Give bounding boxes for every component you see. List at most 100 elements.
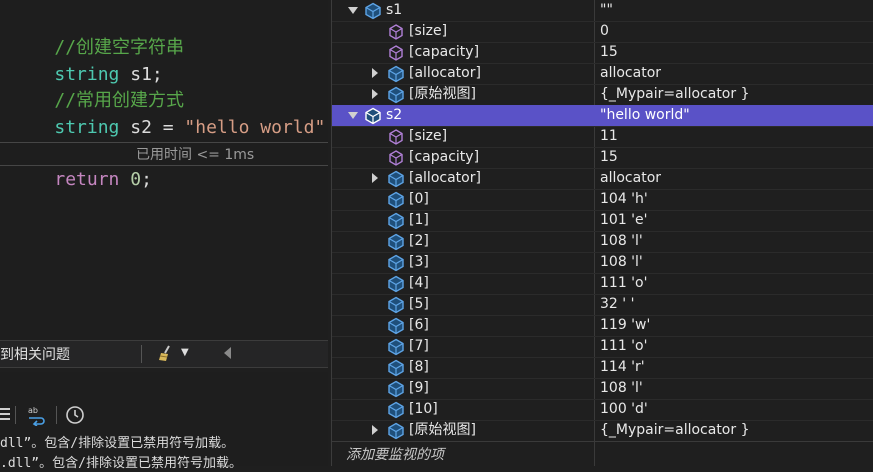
watch-row[interactable]: [5] 32 ' ' xyxy=(332,294,873,316)
chevron-down-icon[interactable]: ▼ xyxy=(181,347,189,358)
watch-row-name: [capacity] xyxy=(409,44,480,60)
object-icon xyxy=(386,316,406,336)
watch-row[interactable]: [原始视图] {_Mypair=allocator } xyxy=(332,420,873,442)
watch-row[interactable]: [2] 108 'l' xyxy=(332,231,873,253)
watch-row-value[interactable]: 108 'l' xyxy=(600,378,643,399)
clock-icon[interactable] xyxy=(65,405,85,429)
svg-text:ab: ab xyxy=(28,406,38,415)
expand-arrow-icon[interactable] xyxy=(372,89,378,99)
object-icon xyxy=(386,253,406,273)
watch-row-name: [allocator] xyxy=(409,65,481,81)
toolbar-separator xyxy=(56,406,57,424)
watch-row-name: [3] xyxy=(409,254,429,270)
watch-row-value[interactable]: 11 xyxy=(600,126,618,147)
watch-row-name: s2 xyxy=(386,107,403,123)
watch-row[interactable]: [9] 108 'l' xyxy=(332,378,873,400)
watch-row[interactable]: [7] 111 'o' xyxy=(332,336,873,358)
object-icon xyxy=(386,358,406,378)
watch-row-value[interactable]: 15 xyxy=(600,147,618,168)
watch-row-name: [8] xyxy=(409,359,429,375)
watch-window[interactable]: s1 "" [size] 0 [capacity] 15 [allocator] alloca… xyxy=(331,0,873,466)
watch-row-value[interactable]: 111 'o' xyxy=(600,273,647,294)
watch-row[interactable]: [allocator] allocator xyxy=(332,168,873,190)
watch-row-value[interactable]: 114 'r' xyxy=(600,357,645,378)
watch-row[interactable]: [3] 108 'l' xyxy=(332,252,873,274)
code-number: 0 xyxy=(119,169,142,190)
code-editor[interactable]: //创建空字符串 string s1; //常用创建方式 string s2 =… xyxy=(0,0,328,340)
toolbar-separator xyxy=(15,406,16,424)
watch-row[interactable]: [8] 114 'r' xyxy=(332,357,873,379)
watch-row-name: [7] xyxy=(409,338,429,354)
watch-row[interactable]: [0] 104 'h' xyxy=(332,189,873,211)
field-icon xyxy=(386,148,406,168)
watch-row-value[interactable]: 101 'e' xyxy=(600,210,647,231)
expand-arrow-icon[interactable] xyxy=(372,425,378,435)
watch-row[interactable]: [capacity] 15 xyxy=(332,147,873,169)
watch-row[interactable]: [6] 119 'w' xyxy=(332,315,873,337)
watch-row[interactable]: [allocator] allocator xyxy=(332,63,873,85)
code-string: "hello world" xyxy=(184,117,326,138)
watch-row[interactable]: [10] 100 'd' xyxy=(332,399,873,421)
watch-row-value[interactable]: allocator xyxy=(600,63,661,84)
watch-row-value[interactable]: 100 'd' xyxy=(600,399,648,420)
object-icon xyxy=(386,379,406,399)
watch-row-value[interactable]: 108 'l' xyxy=(600,231,643,252)
watch-row-name: s1 xyxy=(386,2,403,18)
collapse-arrow-icon[interactable] xyxy=(348,7,358,14)
error-list-label: 到相关问题 xyxy=(0,347,70,363)
field-icon xyxy=(386,43,406,63)
code-line-1: //创建空字符串 xyxy=(11,9,184,58)
watch-row-name: [0] xyxy=(409,191,429,207)
watch-row-value[interactable]: 32 ' ' xyxy=(600,294,634,315)
code-text: s2 = xyxy=(119,117,185,138)
watch-row-value[interactable]: "hello world" xyxy=(600,105,690,126)
add-watch-placeholder: 添加要监视的项 xyxy=(346,447,444,463)
watch-row[interactable]: s2 "hello world" xyxy=(332,105,873,127)
watch-row-value[interactable]: 15 xyxy=(600,42,618,63)
object-icon xyxy=(386,295,406,315)
list-icon[interactable] xyxy=(0,406,12,428)
object-icon xyxy=(386,64,406,84)
watch-row-name: [9] xyxy=(409,380,429,396)
watch-row-value[interactable]: 0 xyxy=(600,21,609,42)
watch-row-value[interactable]: 119 'w' xyxy=(600,315,650,336)
watch-row-name: [capacity] xyxy=(409,149,480,165)
object-icon xyxy=(386,421,406,441)
watch-row-name: [原始视图] xyxy=(409,86,476,102)
watch-row-name: [size] xyxy=(409,23,448,39)
error-list-toolbar: 到相关问题 ▼ xyxy=(0,340,328,368)
watch-row-value[interactable]: 108 'l' xyxy=(600,252,643,273)
watch-row-value[interactable]: allocator xyxy=(600,168,661,189)
elapsed-time-hint: 已用时间 <= 1ms xyxy=(136,147,255,163)
code-keyword: return xyxy=(54,169,120,190)
watch-row-value[interactable]: "" xyxy=(600,0,613,21)
object-icon xyxy=(386,85,406,105)
code-type: string xyxy=(54,117,120,138)
output-pane[interactable]: ab dll”。包含/排除设置已禁用符号加载。 .dll”。包含/排除设置已禁用… xyxy=(0,372,328,471)
output-line: dll”。包含/排除设置已禁用符号加载。 xyxy=(0,436,235,451)
watch-row[interactable]: [capacity] 15 xyxy=(332,42,873,64)
collapse-arrow-icon[interactable] xyxy=(348,112,358,119)
watch-row[interactable]: [size] 11 xyxy=(332,126,873,148)
watch-row-name: [1] xyxy=(409,212,429,228)
expand-arrow-icon[interactable] xyxy=(372,173,378,183)
watch-row[interactable]: [size] 0 xyxy=(332,21,873,43)
output-toolbar: ab xyxy=(0,402,328,428)
object-icon xyxy=(386,169,406,189)
broom-icon[interactable] xyxy=(156,344,176,364)
watch-row[interactable]: [原始视图] {_Mypair=allocator } xyxy=(332,84,873,106)
scroll-left-icon[interactable] xyxy=(224,347,231,359)
object-icon xyxy=(386,337,406,357)
watch-row-value[interactable]: 104 'h' xyxy=(600,189,648,210)
watch-row-value[interactable]: {_Mypair=allocator } xyxy=(600,420,749,441)
watch-row-name: [原始视图] xyxy=(409,422,476,438)
watch-row[interactable]: [4] 111 'o' xyxy=(332,273,873,295)
code-text: ; xyxy=(141,169,152,190)
watch-row-value[interactable]: {_Mypair=allocator } xyxy=(600,84,749,105)
watch-row[interactable]: [1] 101 'e' xyxy=(332,210,873,232)
watch-row-value[interactable]: 111 'o' xyxy=(600,336,647,357)
watch-row[interactable]: s1 "" xyxy=(332,0,873,22)
word-wrap-icon[interactable]: ab xyxy=(26,404,48,430)
add-watch-row[interactable]: 添加要监视的项 xyxy=(332,441,873,467)
expand-arrow-icon[interactable] xyxy=(372,68,378,78)
